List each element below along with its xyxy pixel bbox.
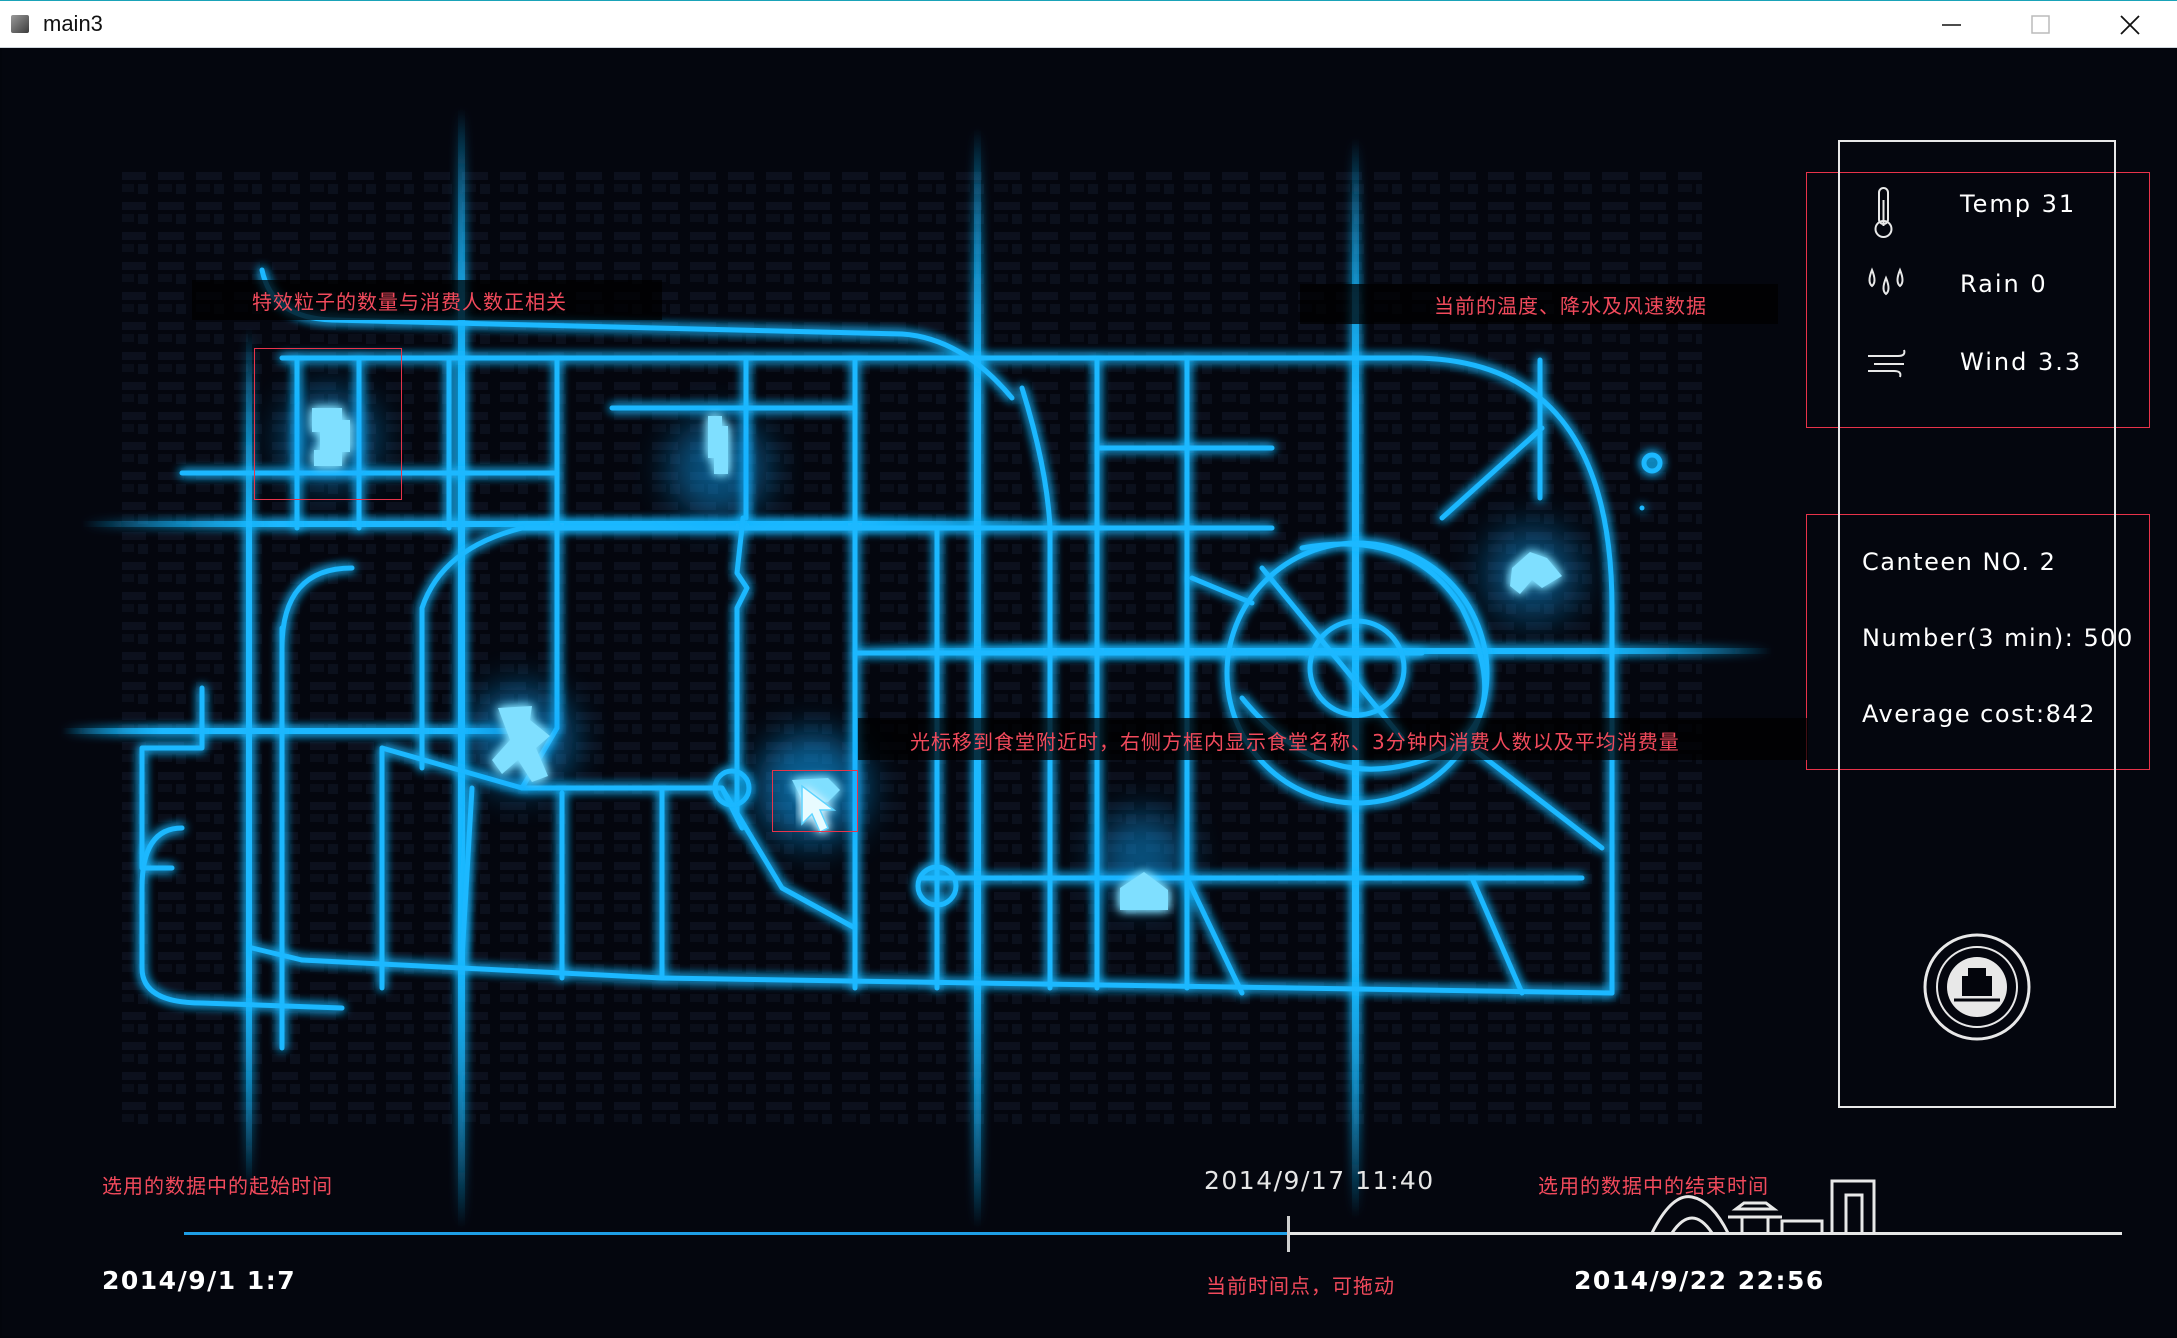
timeline-drag-handle[interactable] [1286,1216,1290,1252]
temperature-row: Temp 31 [1864,186,2104,238]
hover-note: 光标移到食堂附近时，右侧方框内显示食堂名称、3分钟内消费人数以及平均消费量 [910,730,1680,754]
canteen-average-cost: Average cost:842 [1862,700,2096,728]
current-time-label: 2014/9/17 11:40 [1204,1166,1435,1195]
weather-note: 当前的温度、降水及风速数据 [1434,294,1707,318]
campus-skyline-icon [1650,1179,1876,1234]
thermometer-icon [1874,187,1893,238]
start-time-label: 2014/9/1 1:7 [102,1266,297,1295]
window-title: main3 [43,11,103,36]
wind-icon [1868,349,1906,378]
start-time-note: 选用的数据中的起始时间 [102,1174,333,1198]
visualization-canvas[interactable]: 特效粒子的数量与消费人数正相关 当前的温度、降水及风速数据 光标移到食堂附近时，… [2,48,2175,1336]
university-seal-logo [1923,933,2031,1041]
cursor-highlight-box [772,770,858,832]
wind-row: Wind 3.3 [1864,344,2104,384]
raindrops-icon [1868,267,1904,296]
current-point-note: 当前时间点，可拖动 [1206,1274,1395,1298]
maximize-button[interactable] [1997,1,2085,48]
particles-note: 特效粒子的数量与消费人数正相关 [252,290,567,314]
app-icon [11,15,29,33]
minimize-button[interactable] [1908,1,1996,48]
temperature-value: Temp 31 [1960,190,2077,218]
rain-value: Rain 0 [1960,270,2048,298]
timeline-played-track[interactable] [184,1232,1289,1235]
window-titlebar[interactable]: main3 [0,0,2177,48]
particle-highlight-box [254,348,402,500]
canteen-number: Number(3 min): 500 [1862,624,2134,652]
maximize-icon [2031,15,2050,34]
wind-value: Wind 3.3 [1960,348,2083,376]
canteen-name: Canteen NO. 2 [1862,548,2057,576]
end-time-label: 2014/9/22 22:56 [1574,1266,1825,1295]
minimize-icon [1942,24,1961,26]
rain-row: Rain 0 [1864,266,2104,306]
close-button[interactable] [2086,1,2174,48]
close-icon [2120,15,2140,35]
